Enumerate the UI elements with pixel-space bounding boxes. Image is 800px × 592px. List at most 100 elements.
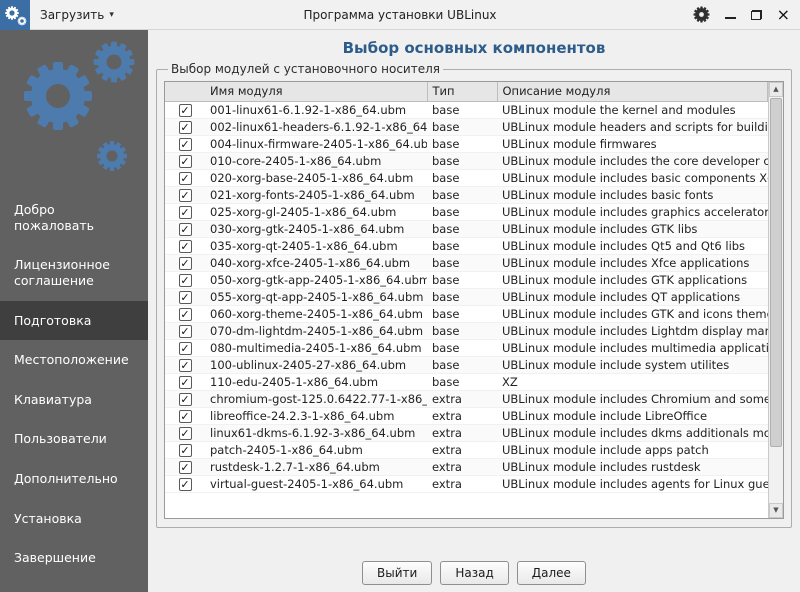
row-checkbox[interactable]: ✓ bbox=[179, 427, 192, 440]
table-row[interactable]: ✓060-xorg-theme-2405-1-x86_64.ubmbaseUBL… bbox=[165, 305, 768, 322]
module-name: 035-xorg-qt-2405-1-x86_64.ubm bbox=[205, 237, 427, 254]
table-row[interactable]: ✓libreoffice-24.2.3-1-x86_64.ubmextraUBL… bbox=[165, 407, 768, 424]
module-description: UBLinux module includes Qt5 and Qt6 libs bbox=[497, 237, 768, 254]
window-title: Программа установки UBLinux bbox=[303, 8, 496, 22]
back-button[interactable]: Назад bbox=[440, 561, 508, 585]
module-description: UBLinux module includes GTK libs bbox=[497, 220, 768, 237]
table-row[interactable]: ✓010-core-2405-1-x86_64.ubmbaseUBLinux m… bbox=[165, 152, 768, 169]
table-row[interactable]: ✓rustdesk-1.2.7-1-x86_64.ubmextraUBLinux… bbox=[165, 458, 768, 475]
row-checkbox[interactable]: ✓ bbox=[179, 172, 192, 185]
row-checkbox[interactable]: ✓ bbox=[179, 478, 192, 491]
table-row[interactable]: ✓080-multimedia-2405-1-x86_64.ubmbaseUBL… bbox=[165, 339, 768, 356]
row-checkbox[interactable]: ✓ bbox=[179, 461, 192, 474]
sidebar-item[interactable]: Установка bbox=[0, 499, 148, 539]
module-description: UBLinux module includes GTK and icons th… bbox=[497, 305, 768, 322]
table-row[interactable]: ✓110-edu-2405-1-x86_64.ubmbaseXZ bbox=[165, 373, 768, 390]
scrollbar-thumb[interactable] bbox=[770, 98, 782, 447]
module-name: patch-2405-1-x86_64.ubm bbox=[205, 441, 427, 458]
minimize-button[interactable] bbox=[725, 10, 736, 19]
table-row[interactable]: ✓004-linux-firmware-2405-1-x86_64.ubmbas… bbox=[165, 135, 768, 152]
row-checkbox[interactable]: ✓ bbox=[179, 376, 192, 389]
row-checkbox[interactable]: ✓ bbox=[179, 104, 192, 117]
load-button-label: Загрузить bbox=[40, 8, 104, 22]
maximize-button[interactable] bbox=[751, 10, 762, 20]
table-row[interactable]: ✓ 030-xorg-gtk-2405-1-x86_64.ubmbaseUBLin… bbox=[165, 220, 768, 237]
row-checkbox[interactable]: ✓ bbox=[179, 308, 192, 321]
module-description: UBLinux module includes basic components… bbox=[497, 169, 768, 186]
footer-buttons: Выйти Назад Далее bbox=[148, 528, 800, 592]
row-checkbox[interactable]: ✓ bbox=[179, 240, 192, 253]
module-description: UBLinux module the kernel and modules bbox=[497, 101, 768, 118]
module-type: extra bbox=[427, 390, 497, 407]
scrollbar-track[interactable] bbox=[769, 97, 783, 503]
module-type: base bbox=[427, 118, 497, 135]
module-name: 040-xorg-xfce-2405-1-x86_64.ubm bbox=[205, 254, 427, 271]
table-row[interactable]: ✓035-xorg-qt-2405-1-x86_64.ubmbaseUBLinu… bbox=[165, 237, 768, 254]
column-header[interactable]: Имя модуля bbox=[205, 82, 427, 101]
sidebar-item[interactable]: Пользователи bbox=[0, 419, 148, 459]
sidebar-item[interactable]: Местоположение bbox=[0, 340, 148, 380]
table-row[interactable]: ✓linux61-dkms-6.1.92-3-x86_64.ubmextraUB… bbox=[165, 424, 768, 441]
module-name: 025-xorg-gl-2405-1-x86_64.ubm bbox=[205, 203, 427, 220]
row-checkbox[interactable]: ✓ bbox=[179, 138, 192, 151]
app-logo-icon bbox=[0, 0, 30, 30]
table-row[interactable]: ✓patch-2405-1-x86_64.ubmextraUBLinux mod… bbox=[165, 441, 768, 458]
row-checkbox[interactable]: ✓ bbox=[179, 410, 192, 423]
module-name: 110-edu-2405-1-x86_64.ubm bbox=[205, 373, 427, 390]
row-checkbox[interactable]: ✓ bbox=[179, 325, 192, 338]
titlebar: Загрузить ▾ Программа установки UBLinux … bbox=[0, 0, 800, 30]
row-checkbox[interactable]: ✓ bbox=[179, 257, 192, 270]
module-name: 020-xorg-base-2405-1-x86_64.ubm bbox=[205, 169, 427, 186]
table-row[interactable]: ✓001-linux61-6.1.92-1-x86_64.ubmbaseUBLi… bbox=[165, 101, 768, 118]
vertical-scrollbar[interactable]: ▲ ▼ bbox=[768, 82, 783, 518]
row-checkbox[interactable]: ✓ bbox=[179, 121, 192, 134]
sidebar-item[interactable]: Добро пожаловать bbox=[0, 190, 148, 245]
row-checkbox[interactable]: ✓ bbox=[179, 393, 192, 406]
scroll-up-button[interactable]: ▲ bbox=[769, 82, 783, 97]
row-checkbox[interactable]: ✓ bbox=[179, 342, 192, 355]
sidebar-item[interactable]: Клавиатура bbox=[0, 380, 148, 420]
table-row[interactable]: ✓025-xorg-gl-2405-1-x86_64.ubmbaseUBLinu… bbox=[165, 203, 768, 220]
table-row[interactable]: ✓chromium-gost-125.0.6422.77-1-x86_64.ub… bbox=[165, 390, 768, 407]
sidebar-item[interactable]: Подготовка bbox=[0, 301, 148, 341]
settings-gear-icon[interactable] bbox=[693, 6, 710, 23]
row-checkbox[interactable]: ✓ bbox=[179, 223, 192, 236]
module-description: UBLinux module include system utilites bbox=[497, 356, 768, 373]
row-checkbox[interactable]: ✓ bbox=[179, 444, 192, 457]
table-row[interactable]: ✓070-dm-lightdm-2405-1-x86_64.ubmbaseUBL… bbox=[165, 322, 768, 339]
row-checkbox[interactable]: ✓ bbox=[179, 359, 192, 372]
table-row[interactable]: ✓020-xorg-base-2405-1-x86_64.ubmbaseUBLi… bbox=[165, 169, 768, 186]
module-description: UBLinux module includes graphics acceler… bbox=[497, 203, 768, 220]
table-row[interactable]: ✓040-xorg-xfce-2405-1-x86_64.ubmbaseUBLi… bbox=[165, 254, 768, 271]
sidebar-item[interactable]: Завершение bbox=[0, 538, 148, 578]
table-row[interactable]: ✓002-linux61-headers-6.1.92-1-x86_64.ubm… bbox=[165, 118, 768, 135]
sidebar-item[interactable]: Дополнительно bbox=[0, 459, 148, 499]
module-name: 030-xorg-gtk-2405-1-x86_64.ubm bbox=[205, 220, 427, 237]
table-row[interactable]: ✓055-xorg-qt-app-2405-1-x86_64.ubmbaseUB… bbox=[165, 288, 768, 305]
table-row[interactable]: ✓050-xorg-gtk-app-2405-1-x86_64.ubmbaseU… bbox=[165, 271, 768, 288]
row-checkbox[interactable]: ✓ bbox=[179, 155, 192, 168]
module-type: extra bbox=[427, 475, 497, 492]
module-type: base bbox=[427, 220, 497, 237]
module-description: UBLinux module headers and scripts for b… bbox=[497, 118, 768, 135]
exit-button[interactable]: Выйти bbox=[362, 561, 432, 585]
column-header-checkbox[interactable] bbox=[165, 82, 205, 101]
row-checkbox[interactable]: ✓ bbox=[179, 274, 192, 287]
next-button[interactable]: Далее bbox=[517, 561, 586, 585]
column-header[interactable]: Тип bbox=[427, 82, 497, 101]
table-row[interactable]: ✓100-ublinux-2405-27-x86_64.ubmbaseUBLin… bbox=[165, 356, 768, 373]
table-row[interactable]: ✓021-xorg-fonts-2405-1-x86_64.ubmbaseUBL… bbox=[165, 186, 768, 203]
module-description: UBLinux module includes Xfce application… bbox=[497, 254, 768, 271]
module-description: XZ bbox=[497, 373, 768, 390]
row-checkbox[interactable]: ✓ bbox=[179, 189, 192, 202]
row-checkbox[interactable]: ✓ bbox=[179, 206, 192, 219]
row-checkbox[interactable]: ✓ bbox=[179, 291, 192, 304]
scroll-down-button[interactable]: ▼ bbox=[769, 503, 783, 518]
module-name: 070-dm-lightdm-2405-1-x86_64.ubm bbox=[205, 322, 427, 339]
close-button[interactable]: × bbox=[777, 8, 790, 22]
column-header[interactable]: Описание модуля bbox=[497, 82, 768, 101]
sidebar-item[interactable]: Лицензионное соглашение bbox=[0, 245, 148, 300]
table-row[interactable]: ✓virtual-guest-2405-1-x86_64.ubmextraUBL… bbox=[165, 475, 768, 492]
module-type: base bbox=[427, 305, 497, 322]
load-button[interactable]: Загрузить ▾ bbox=[40, 8, 114, 22]
